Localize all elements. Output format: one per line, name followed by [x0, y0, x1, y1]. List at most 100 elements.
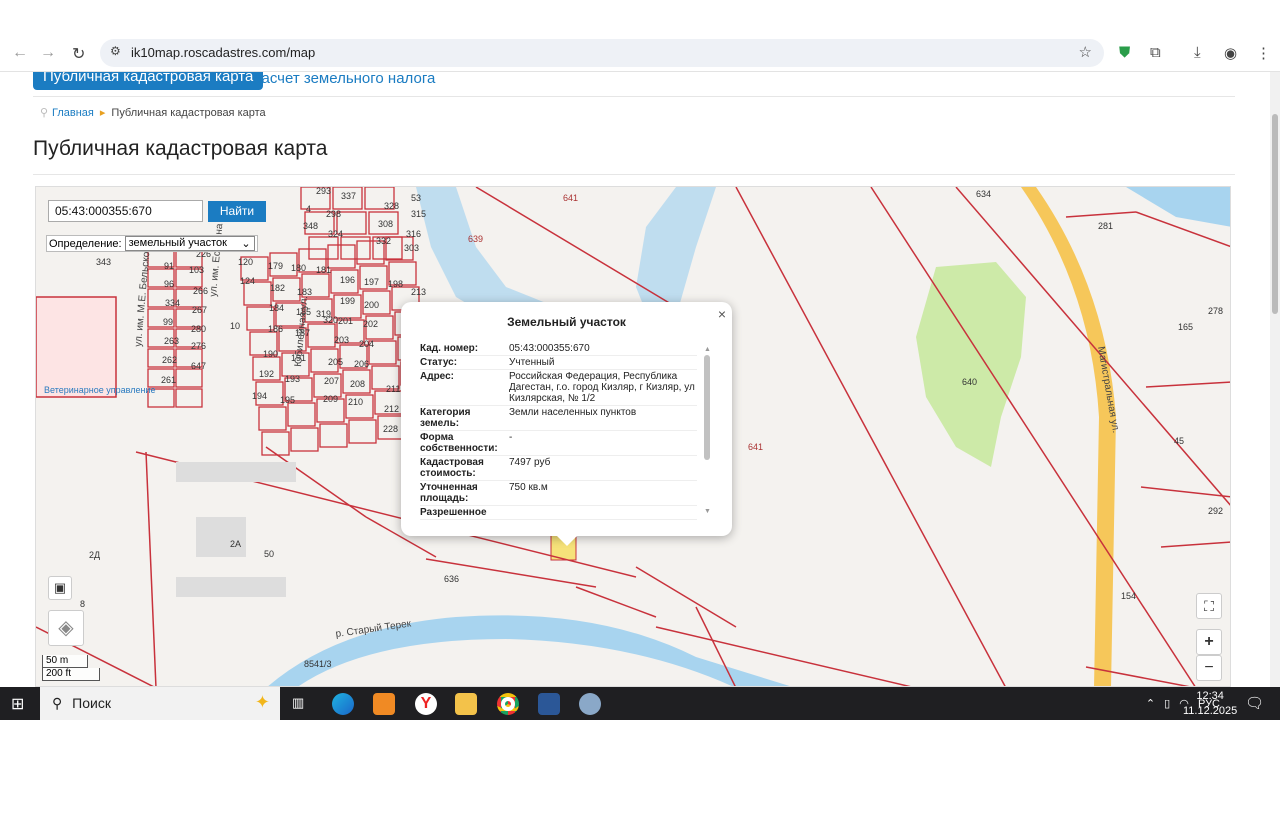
- parcel-number: 642: [36, 187, 51, 189]
- parcel-number: 262: [162, 355, 177, 365]
- find-button[interactable]: Найти: [208, 201, 266, 222]
- url-text[interactable]: ik10map.roscadastres.com/map: [131, 45, 315, 60]
- chevron-up-icon[interactable]: ⌃: [1146, 698, 1155, 710]
- parcel-number: 636: [444, 574, 459, 584]
- tab-cadastral-map[interactable]: Публичная кадастровая карта: [33, 72, 264, 90]
- extensions-icon[interactable]: ⧉: [1150, 44, 1161, 61]
- parcel-number: 99: [163, 317, 173, 327]
- parcel-number: 154: [1121, 591, 1136, 601]
- parcel-number: 639: [468, 234, 483, 244]
- main-road: [1021, 187, 1116, 686]
- parcel-number: 204: [359, 339, 374, 349]
- yandex-browser-icon[interactable]: Y: [415, 693, 437, 715]
- parcel-number: 209: [323, 394, 338, 404]
- definition-label: Определение:: [49, 237, 122, 250]
- parcel-number: 276: [191, 341, 206, 351]
- word-icon[interactable]: [538, 693, 560, 715]
- parcel-number: 182: [270, 283, 285, 293]
- parcel-boundary: [1145, 381, 1230, 388]
- paint-app-icon[interactable]: [579, 693, 601, 715]
- basemap-toggle-button[interactable]: ▣: [48, 576, 72, 600]
- parcel-number: 328: [384, 201, 399, 211]
- parcel-number: 303: [404, 243, 419, 253]
- notifications-icon[interactable]: 🗨: [1245, 694, 1264, 712]
- scroll-up-icon[interactable]: ▲: [704, 346, 711, 353]
- parcel-number: 8: [80, 599, 85, 609]
- street-label: ул. им. М.Е. Бельского: [133, 242, 153, 347]
- info-key: Категория земель:: [420, 407, 471, 429]
- cadastral-map[interactable]: 641 639 640 641 636 634 278 165 45 292 281 154 8541/…: [35, 186, 1231, 687]
- back-icon[interactable]: ←: [12, 44, 28, 62]
- parcel-number: 281: [1098, 221, 1113, 231]
- info-key: Кад. номер:: [420, 343, 479, 354]
- windows-start-icon[interactable]: ⊞: [11, 694, 24, 714]
- parcel-number: 10: [230, 321, 240, 331]
- info-value: 05:43:000355:670: [509, 343, 590, 354]
- parcel-boundary: [870, 187, 1196, 686]
- address-bar[interactable]: ⚙ ik10map.roscadastres.com/map ☆: [100, 39, 1104, 67]
- profile-icon[interactable]: ◉: [1224, 44, 1237, 62]
- menu-icon[interactable]: ⋮: [1256, 44, 1271, 62]
- task-view-icon[interactable]: ▥: [292, 695, 304, 711]
- close-icon[interactable]: ×: [718, 306, 726, 322]
- breadcrumb-current: Публичная кадастровая карта: [111, 107, 266, 119]
- fullscreen-icon[interactable]: ⛶: [1196, 593, 1222, 619]
- info-value: Учтенный: [509, 357, 555, 368]
- info-row: Кадастровая стоимость: 7497 руб: [420, 456, 697, 481]
- scroll-down-icon[interactable]: ▼: [704, 508, 711, 515]
- clock[interactable]: 12:34 11.12.2025: [1183, 689, 1237, 719]
- parcel-number: 343: [96, 257, 111, 267]
- site-settings-icon[interactable]: ⚙: [110, 44, 121, 58]
- chrome-icon[interactable]: [497, 693, 519, 715]
- taskbar-search[interactable]: ⚲ Поиск ✦: [40, 687, 280, 720]
- bookmark-star-icon[interactable]: ☆: [1079, 43, 1092, 61]
- parcel-number: 641: [563, 193, 578, 203]
- forward-icon[interactable]: →: [40, 44, 56, 62]
- definition-select[interactable]: земельный участок ⌄: [124, 236, 255, 251]
- zoom-out-button[interactable]: −: [1196, 655, 1222, 681]
- tasks-app-icon[interactable]: [373, 693, 395, 715]
- cadastral-search-input[interactable]: 05:43:000355:670: [48, 200, 203, 222]
- definition-value: земельный участок: [128, 237, 227, 249]
- time: 12:34: [1196, 690, 1224, 702]
- parcel-number: 91: [164, 261, 174, 271]
- parcel-number: 261: [161, 375, 176, 385]
- page-scrollbar[interactable]: [1270, 72, 1280, 687]
- info-key: Адрес:: [420, 371, 454, 382]
- scale-imperial: 200 ft: [42, 668, 100, 681]
- layers-icon[interactable]: ◈: [48, 610, 84, 646]
- parcel-number: 647: [191, 361, 206, 371]
- zoom-in-button[interactable]: +: [1196, 629, 1222, 655]
- parcel-number: 179: [268, 261, 283, 271]
- parcel-number: 199: [340, 296, 355, 306]
- parcel-number: 203: [334, 335, 349, 345]
- parcel-info-table: Кад. номер: 05:43:000355:670 Статус: Учтенн…: [420, 342, 697, 526]
- parcel-boundary: [635, 566, 737, 628]
- parcel: [175, 368, 203, 388]
- parcel-number: 186: [268, 324, 283, 334]
- popup-scrollbar[interactable]: ▲ ▼: [704, 346, 711, 516]
- parcel-number: 120: [238, 257, 253, 267]
- parcel-number: 8541/3: [304, 659, 332, 669]
- info-key: Форма собственности:: [420, 432, 498, 454]
- search-icon: ⚲: [52, 695, 63, 711]
- parcel-number: 324: [328, 229, 343, 239]
- street-label: ул. им. Есенина: [208, 223, 225, 298]
- chevron-down-icon: ⌄: [241, 238, 251, 250]
- battery-icon[interactable]: ▯: [1164, 698, 1170, 710]
- tab-land-tax[interactable]: Расчет земельного налога: [252, 72, 435, 87]
- file-explorer-icon[interactable]: [455, 693, 477, 715]
- page-content: Публичная кадастровая карта Расчет земел…: [0, 72, 1270, 687]
- shield-extension-icon[interactable]: ⛊: [1119, 44, 1130, 61]
- edge-icon[interactable]: [332, 693, 354, 715]
- parcel-number: 103: [189, 265, 204, 275]
- parcel-number: 45: [1174, 436, 1184, 446]
- info-row: Кад. номер: 05:43:000355:670: [420, 342, 697, 356]
- reload-icon[interactable]: ↻: [72, 44, 85, 64]
- parcel-number: 210: [348, 397, 363, 407]
- breadcrumb-home[interactable]: Главная: [52, 107, 94, 119]
- parcel-number: 202: [363, 319, 378, 329]
- parcel-number: 205: [328, 357, 343, 367]
- download-icon[interactable]: ⤓: [1194, 44, 1201, 61]
- parcel-boundary: [1160, 541, 1230, 548]
